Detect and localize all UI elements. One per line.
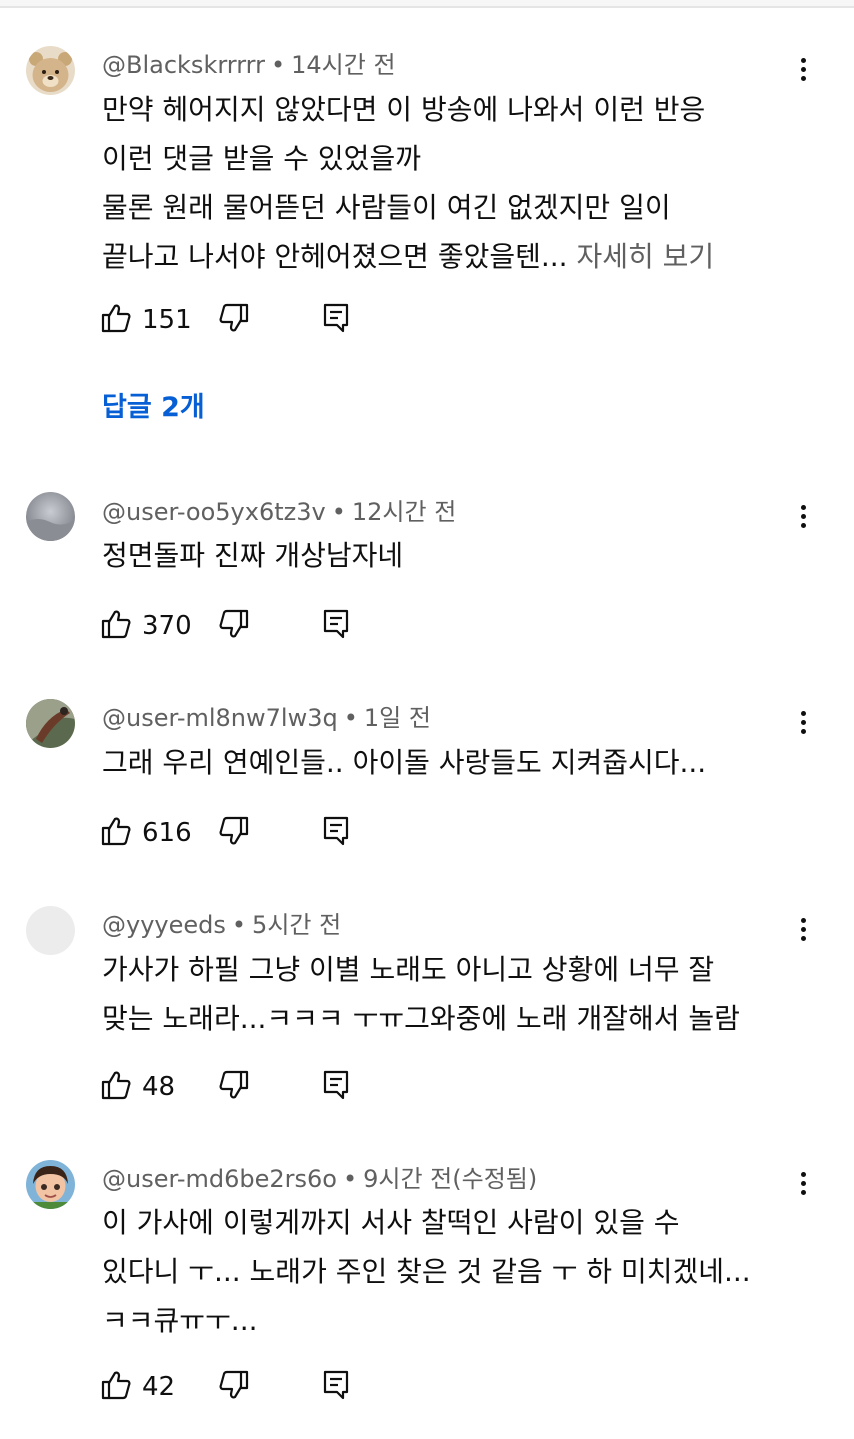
reply-button[interactable]: [322, 1369, 350, 1405]
comment-line: ㅋㅋ큐ㅠㅜ...: [102, 1304, 258, 1337]
comment-line: 만약 헤어지지 않았다면 이 방송에 나와서 이런 반응: [102, 93, 706, 126]
like-count: 42: [142, 1372, 176, 1402]
top-divider: [0, 0, 854, 8]
separator-dot: •: [342, 1165, 358, 1193]
comment-actions: 370: [100, 608, 360, 644]
reply-icon: [323, 303, 349, 333]
reply-button[interactable]: [322, 302, 350, 338]
thumb-down-icon: [219, 816, 249, 845]
thumb-up-icon: [101, 304, 131, 333]
separator-dot: •: [270, 51, 286, 79]
dislike-button[interactable]: [218, 302, 250, 338]
comment-line: 물론 원래 물어뜯던 사람들이 여긴 없겠지만 일이: [102, 191, 671, 224]
comment-text: 가사가 하필 그냥 이별 노래도 아니고 상황에 너무 잘 맞는 노래라...ㅋ…: [102, 945, 802, 1043]
more-options-button[interactable]: [792, 55, 816, 85]
author-name[interactable]: @Blackskrrrrr: [102, 51, 265, 79]
thumb-up-icon: [101, 610, 131, 639]
comment-time: 9시간 전(수정됨): [363, 1165, 538, 1193]
like-count: 151: [142, 305, 192, 335]
thumb-down-icon: [219, 609, 249, 638]
more-options-button[interactable]: [792, 1169, 816, 1199]
thumb-down-icon: [219, 1070, 249, 1099]
thumb-up-icon: [101, 1071, 131, 1100]
comment-actions: 48: [100, 1069, 360, 1105]
reply-icon: [323, 1370, 349, 1400]
reply-icon: [323, 609, 349, 639]
comment-time: 1일 전: [363, 704, 431, 732]
dislike-button[interactable]: [218, 1069, 250, 1105]
comment-actions: 42: [100, 1369, 360, 1405]
comment-text: 이 가사에 이렇게까지 서사 찰떡인 사람이 있을 수 있다니 ㅜ... 노래가…: [102, 1198, 802, 1345]
avatar[interactable]: [26, 492, 75, 541]
comment-line: 이런 댓글 받을 수 있었을까: [102, 142, 421, 175]
like-count: 616: [142, 818, 192, 848]
author-name[interactable]: @yyyeeds: [102, 911, 226, 939]
comment-meta: @user-oo5yx6tz3v • 12시간 전: [102, 497, 456, 527]
reply-button[interactable]: [322, 1069, 350, 1105]
avatar[interactable]: [26, 46, 75, 95]
like-button[interactable]: [100, 302, 132, 338]
avatar[interactable]: [26, 906, 75, 955]
comment-time: 14시간 전: [291, 51, 396, 79]
like-button[interactable]: [100, 608, 132, 644]
like-button[interactable]: [100, 1369, 132, 1405]
comment-actions: 151: [100, 302, 360, 338]
thumb-down-icon: [219, 303, 249, 332]
comment-line: 끝나고 나서야 안헤어졌으면 좋았을텐...: [102, 240, 568, 273]
reply-icon: [323, 1070, 349, 1100]
comment-line: 정면돌파 진짜 개상남자네: [102, 539, 404, 572]
thumb-up-icon: [101, 1371, 131, 1400]
like-count: 370: [142, 611, 192, 641]
comment-line: 있다니 ㅜ... 노래가 주인 찾은 것 같음 ㅜ 하 미치겠네...: [102, 1255, 751, 1288]
reply-button[interactable]: [322, 815, 350, 851]
comment-line: 이 가사에 이렇게까지 서사 찰떡인 사람이 있을 수: [102, 1206, 680, 1239]
author-name[interactable]: @user-ml8nw7lw3q: [102, 704, 338, 732]
avatar[interactable]: [26, 699, 75, 748]
comment-meta: @user-ml8nw7lw3q • 1일 전: [102, 703, 431, 733]
avatar[interactable]: [26, 1160, 75, 1209]
comment-time: 12시간 전: [351, 498, 457, 526]
comment-line: 그래 우리 연예인들.. 아이돌 사랑들도 지켜줍시다...: [102, 746, 707, 779]
dislike-button[interactable]: [218, 608, 250, 644]
read-more-link[interactable]: 자세히 보기: [576, 240, 714, 273]
more-options-button[interactable]: [792, 502, 816, 532]
separator-dot: •: [343, 704, 358, 732]
thumb-up-icon: [101, 817, 131, 846]
comment-meta: @Blackskrrrrr • 14시간 전: [102, 50, 396, 80]
view-replies-link[interactable]: 답글 2개: [102, 390, 205, 426]
like-button[interactable]: [100, 815, 132, 851]
comment-meta: @yyyeeds • 5시간 전: [102, 910, 341, 940]
more-options-button[interactable]: [792, 708, 816, 738]
reply-button[interactable]: [322, 608, 350, 644]
comment-time: 5시간 전: [252, 911, 342, 939]
dislike-button[interactable]: [218, 815, 250, 851]
author-name[interactable]: @user-oo5yx6tz3v: [102, 498, 326, 526]
reply-icon: [323, 816, 349, 846]
comment-line: 가사가 하필 그냥 이별 노래도 아니고 상황에 너무 잘: [102, 953, 715, 986]
separator-dot: •: [331, 498, 346, 526]
more-options-button[interactable]: [792, 915, 816, 945]
like-button[interactable]: [100, 1069, 132, 1105]
author-name[interactable]: @user-md6be2rs6o: [102, 1165, 337, 1193]
separator-dot: •: [231, 911, 247, 939]
comment-text: 그래 우리 연예인들.. 아이돌 사랑들도 지켜줍시다...: [102, 738, 802, 787]
comment-line: 맞는 노래라...ㅋㅋㅋ ㅜㅠ그와중에 노래 개잘해서 놀람: [102, 1002, 740, 1035]
dislike-button[interactable]: [218, 1369, 250, 1405]
comment-text: 정면돌파 진짜 개상남자네: [102, 531, 802, 580]
comment-text: 만약 헤어지지 않았다면 이 방송에 나와서 이런 반응 이런 댓글 받을 수 …: [102, 85, 802, 281]
comment-meta: @user-md6be2rs6o • 9시간 전(수정됨): [102, 1164, 537, 1194]
like-count: 48: [142, 1072, 176, 1102]
thumb-down-icon: [219, 1370, 249, 1399]
comment-actions: 616: [100, 815, 360, 851]
